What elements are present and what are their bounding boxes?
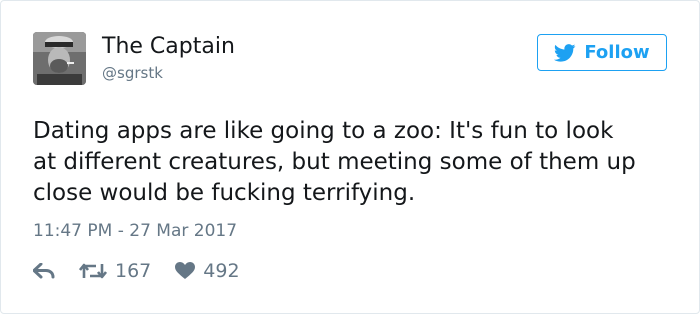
tweet-actions: 167 492 [33,258,240,284]
follow-button-label: Follow [584,42,650,63]
tweet-card: The Captain @sgrstk Follow Dating apps a… [0,0,700,314]
retweet-button[interactable]: 167 [79,260,151,282]
retweet-icon [79,263,107,279]
avatar[interactable] [33,32,86,85]
reply-button[interactable] [33,263,55,279]
like-count: 492 [203,260,240,282]
follow-button[interactable]: Follow [537,34,667,71]
tweet-timestamp[interactable]: 11:47 PM - 27 Mar 2017 [33,219,237,243]
heart-icon [175,262,196,279]
like-button[interactable]: 492 [175,260,240,282]
user-handle[interactable]: @sgrstk [102,63,163,83]
avatar-image [33,32,86,85]
twitter-bird-icon [554,43,576,62]
retweet-count: 167 [115,260,152,282]
reply-icon [33,263,55,279]
tweet-text: Dating apps are like going to a zoo: It'… [33,118,636,206]
user-name[interactable]: The Captain [102,33,235,61]
